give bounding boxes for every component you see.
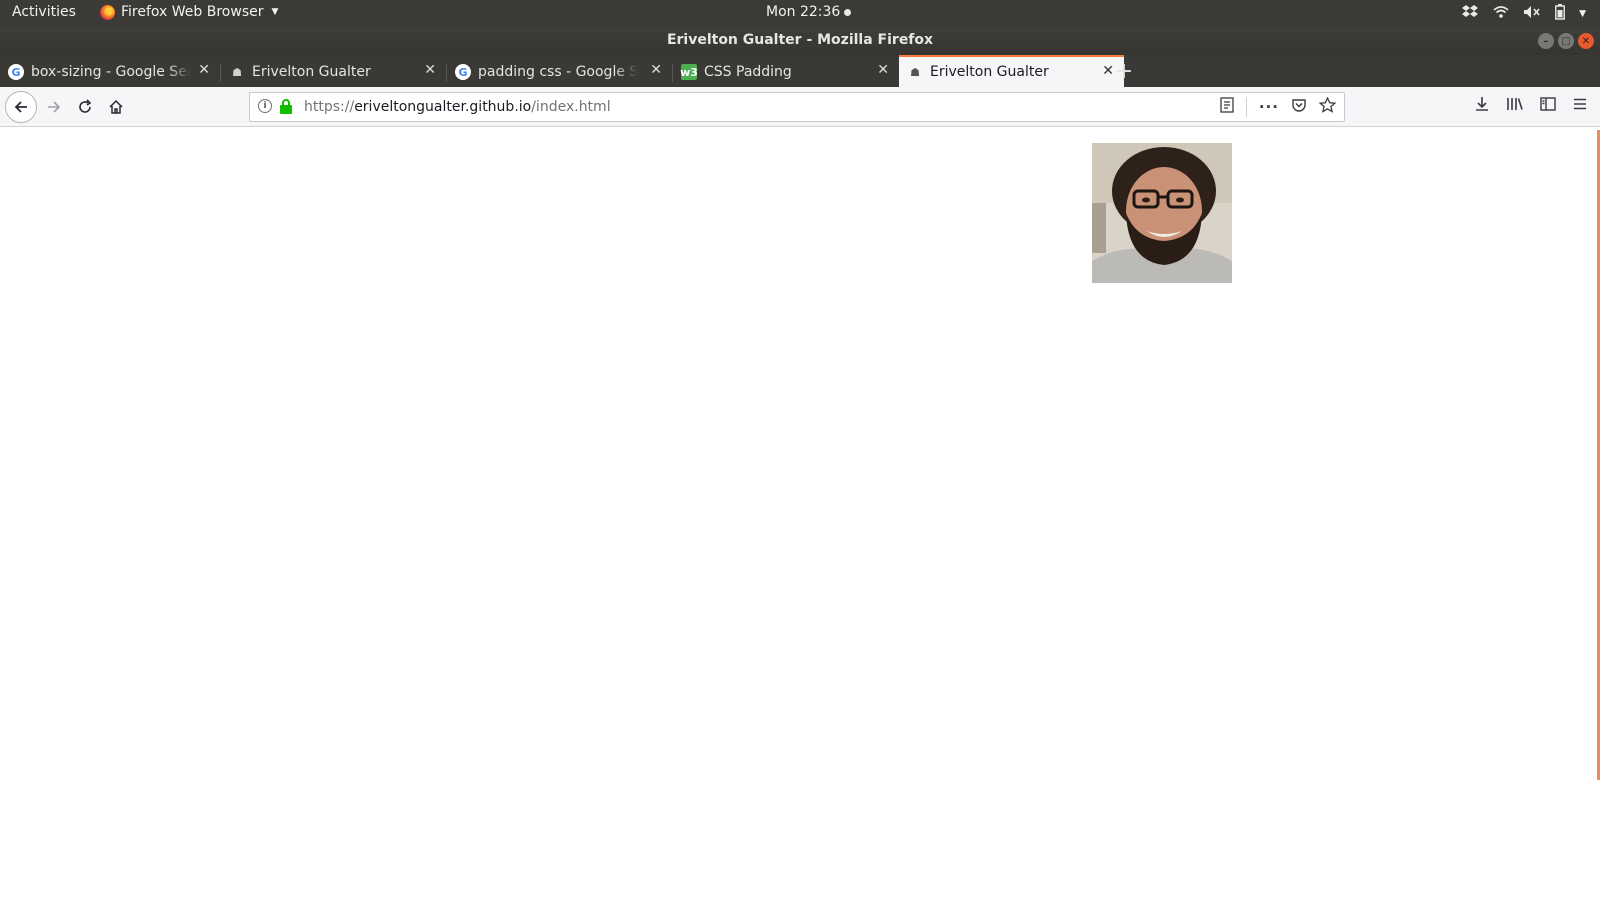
close-tab-icon[interactable]: ✕ xyxy=(198,62,210,78)
close-tab-icon[interactable]: ✕ xyxy=(650,62,662,78)
home-button[interactable] xyxy=(102,93,130,121)
google-icon: G xyxy=(455,64,471,80)
battery-icon[interactable] xyxy=(1555,4,1565,24)
pocket-icon[interactable] xyxy=(1291,97,1307,117)
window-title-bar[interactable]: Erivelton Gualter - Mozilla Firefox – □ … xyxy=(0,27,1600,55)
profile-photo xyxy=(1092,143,1232,283)
tab-label: CSS Padding xyxy=(704,64,792,80)
tab-css-padding[interactable]: w3 CSS Padding ✕ xyxy=(673,57,899,87)
navigation-toolbar: i https://eriveltongualter.github.io/ind… xyxy=(0,87,1600,127)
hamburger-menu-icon[interactable] xyxy=(1572,96,1588,116)
downloads-icon[interactable] xyxy=(1474,96,1490,116)
bookmark-star-icon[interactable] xyxy=(1318,96,1337,117)
tab-label: Erivelton Gualter xyxy=(252,64,371,80)
new-tab-plus-icon[interactable]: + xyxy=(1110,57,1138,85)
page-content xyxy=(0,128,1600,900)
url-host: eriveltongualter.github.io xyxy=(354,99,532,115)
url-bar-actions: ··· xyxy=(1220,96,1337,117)
system-top-bar: Activities Firefox Web Browser ▼ Mon 22:… xyxy=(0,0,1600,27)
forward-button[interactable] xyxy=(40,93,68,121)
reload-icon xyxy=(79,99,92,113)
wifi-icon[interactable] xyxy=(1493,5,1509,23)
url-path: /index.html xyxy=(531,99,611,115)
home-icon xyxy=(109,99,123,114)
profile-photo-image xyxy=(1092,143,1232,283)
github-pages-icon: ☗ xyxy=(910,65,920,79)
tab-padding-css-search[interactable]: G padding css - Google Search ✕ xyxy=(447,57,672,87)
sidebar-toggle-icon[interactable] xyxy=(1540,96,1556,116)
secure-lock-icon[interactable] xyxy=(280,99,292,115)
activities-button[interactable]: Activities xyxy=(12,4,76,20)
url-bar[interactable]: i https://eriveltongualter.github.io/ind… xyxy=(249,92,1345,122)
url-text[interactable]: https://eriveltongualter.github.io/index… xyxy=(304,99,611,115)
caret-down-icon: ▼ xyxy=(271,7,279,17)
w3schools-icon: w3 xyxy=(680,64,698,80)
tab-label: padding css - Google Search xyxy=(478,64,638,80)
back-arrow-icon xyxy=(14,101,27,113)
tab-label: Erivelton Gualter xyxy=(930,64,1049,80)
notification-dot-icon xyxy=(844,8,852,16)
close-window-icon[interactable]: ✕ xyxy=(1578,33,1594,49)
site-info-icon[interactable]: i xyxy=(258,99,272,113)
library-icon[interactable] xyxy=(1506,96,1524,116)
system-menu-caret-icon[interactable]: ▼ xyxy=(1579,9,1586,19)
system-tray[interactable]: ▼ xyxy=(1461,4,1586,24)
url-protocol: https:// xyxy=(304,99,355,115)
volume-muted-icon[interactable] xyxy=(1523,5,1541,23)
tab-strip: G box-sizing - Google Search ✕ ☗ Erivelt… xyxy=(0,55,1600,87)
url-bar-divider xyxy=(1245,97,1247,117)
minimize-icon[interactable]: – xyxy=(1538,33,1554,49)
forward-arrow-icon xyxy=(48,101,61,113)
reader-view-icon[interactable] xyxy=(1220,97,1234,117)
tab-erivelton-gualter-active[interactable]: ☗ Erivelton Gualter ✕ xyxy=(899,55,1124,87)
app-menu[interactable]: Firefox Web Browser ▼ xyxy=(100,4,278,20)
google-icon: G xyxy=(8,64,24,80)
window-title: Erivelton Gualter - Mozilla Firefox xyxy=(666,32,934,48)
page-actions-icon[interactable]: ··· xyxy=(1259,98,1279,116)
back-button[interactable] xyxy=(5,91,37,123)
maximize-icon[interactable]: □ xyxy=(1558,33,1574,49)
clock[interactable]: Mon 22:36 xyxy=(766,4,852,20)
dropbox-icon[interactable] xyxy=(1461,4,1479,24)
tab-box-sizing-search[interactable]: G box-sizing - Google Search ✕ xyxy=(0,57,220,87)
close-tab-icon[interactable]: ✕ xyxy=(877,62,889,78)
close-tab-icon[interactable]: ✕ xyxy=(424,62,436,78)
github-pages-icon: ☗ xyxy=(232,65,242,79)
firefox-icon xyxy=(100,4,115,20)
app-menu-label: Firefox Web Browser xyxy=(121,4,264,20)
tab-label: box-sizing - Google Search xyxy=(31,64,191,80)
window-controls: – □ ✕ xyxy=(1538,33,1594,49)
tab-erivelton-gualter[interactable]: ☗ Erivelton Gualter ✕ xyxy=(221,57,446,87)
clock-label: Mon 22:36 xyxy=(766,4,841,20)
reload-button[interactable] xyxy=(71,93,99,121)
toolbar-right-buttons xyxy=(1474,96,1588,116)
